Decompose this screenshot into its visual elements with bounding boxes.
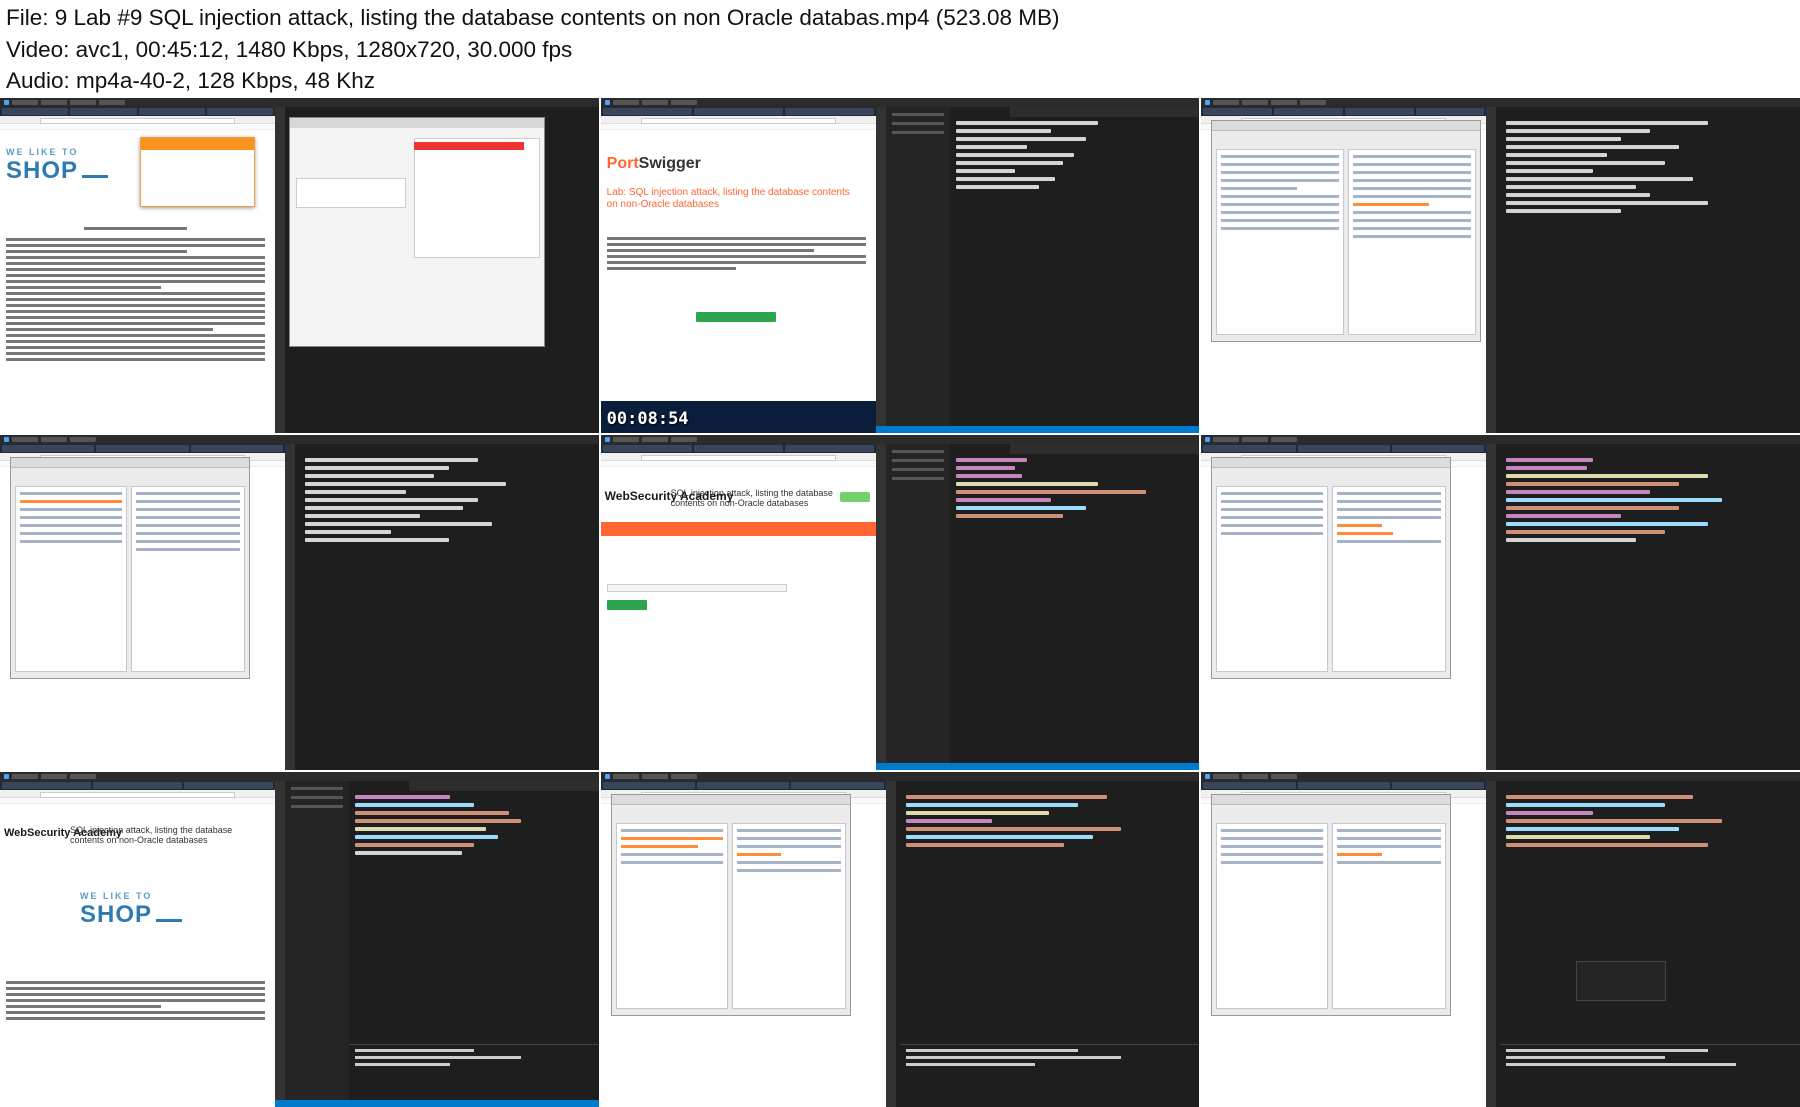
browser-window: WE LIKE TO SHOP (0, 107, 275, 433)
thumbnail-2[interactable]: PortSwigger Lab: SQL injection attack, l… (600, 98, 1200, 433)
terminal-panel (899, 1044, 1200, 1100)
editor-window (875, 107, 1200, 433)
thumbnail-grid: WE LIKE TO SHOP PortSwigger Lab: SQL inj… (0, 98, 1800, 1107)
access-lab-button[interactable] (695, 312, 776, 322)
thumbnail-5[interactable]: WebSecurity Academy SQL injection attack… (600, 435, 1200, 770)
burp-dialog (289, 117, 545, 347)
burp-repeater (10, 457, 250, 679)
thumbnail-9[interactable] (1201, 772, 1800, 1107)
terminal-panel (349, 1044, 599, 1100)
elapsed-timer: 00:08:54 (606, 409, 689, 429)
lab-title: Lab: SQL injection attack, listing the d… (606, 187, 850, 210)
video-info-header: File: 9 Lab #9 SQL injection attack, lis… (0, 0, 1800, 98)
page-text (6, 227, 265, 364)
congratulations-banner (600, 522, 876, 536)
shop-logo: WE LIKE TO SHOP (6, 147, 109, 185)
hanger-icon (156, 906, 183, 922)
autocomplete-popup (1576, 961, 1667, 1001)
thumbnail-4[interactable] (0, 435, 599, 770)
video-info-line: Video: avc1, 00:45:12, 1480 Kbps, 1280x7… (6, 36, 573, 62)
audio-info-line: Audio: mp4a-40-2, 128 Kbps, 48 Khz (6, 68, 375, 93)
portswigger-logo: PortSwigger (606, 155, 701, 172)
editor-window (275, 107, 599, 433)
update-email-button[interactable] (606, 600, 647, 610)
lab-title: SQL injection attack, listing the databa… (70, 825, 233, 845)
foxyproxy-popup (140, 137, 255, 207)
hanger-icon (82, 162, 109, 178)
solved-badge (839, 492, 870, 502)
file-info-line: File: 9 Lab #9 SQL injection attack, lis… (6, 5, 1060, 30)
terminal-panel (1500, 1044, 1800, 1100)
browser-window: PortSwigger Lab: SQL injection attack, l… (600, 107, 876, 433)
thumbnail-7[interactable]: WebSecurity Academy SQL injection attack… (0, 772, 599, 1107)
lab-title: SQL injection attack, listing the databa… (670, 488, 833, 508)
taskbar (0, 98, 599, 107)
thumbnail-8[interactable] (600, 772, 1200, 1107)
shop-logo: WE LIKE TO SHOP (80, 891, 183, 929)
burp-repeater (1211, 120, 1482, 342)
thumbnail-1[interactable]: WE LIKE TO SHOP (0, 98, 599, 433)
thumbnail-6[interactable] (1201, 435, 1800, 770)
thumbnail-3[interactable] (1201, 98, 1800, 433)
